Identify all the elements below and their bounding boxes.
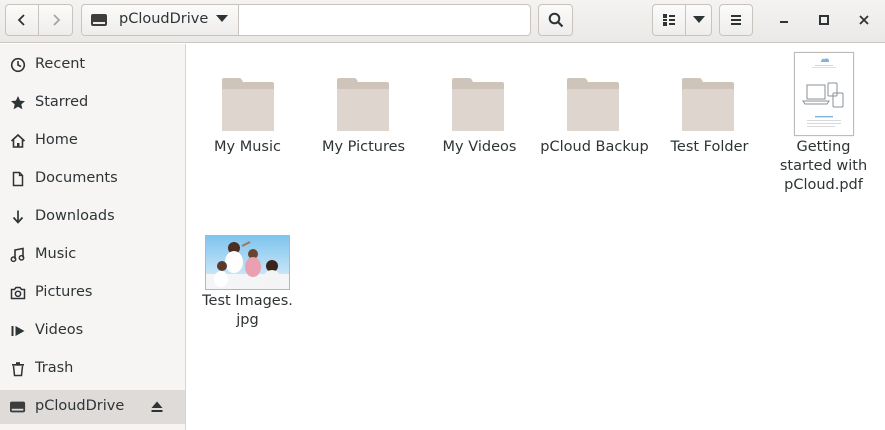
- sidebar-item-label: Starred: [35, 94, 89, 110]
- close-button[interactable]: [854, 10, 874, 30]
- folder-icon: [567, 78, 619, 131]
- search-icon: [548, 12, 563, 28]
- chevron-right-icon: [52, 14, 60, 26]
- drive-icon: [91, 14, 107, 26]
- file-label: Getting: [796, 139, 851, 155]
- clock-icon: [10, 57, 26, 73]
- file-label: pCloud Backup: [540, 139, 649, 155]
- maximize-button[interactable]: [814, 10, 834, 30]
- sidebar-item-videos[interactable]: Videos: [0, 314, 185, 348]
- sidebar-item-label: Home: [35, 132, 78, 148]
- sidebar-item-recent[interactable]: Recent: [0, 48, 185, 82]
- file-label: started with: [779, 158, 868, 174]
- photo-preview-icon: [206, 236, 289, 289]
- sidebar: Recent Starred Home Documents Downloads …: [0, 44, 186, 430]
- sidebar-item-label: pCloudDrive: [35, 398, 125, 414]
- view-toggle-button[interactable]: [652, 4, 686, 36]
- maximize-icon: [819, 15, 829, 25]
- sidebar-item-downloads[interactable]: Downloads: [0, 200, 185, 234]
- pdf-preview-icon: [802, 58, 844, 127]
- file-label: My Videos: [442, 139, 517, 155]
- sidebar-item-pclouddrive[interactable]: pCloudDrive: [0, 390, 185, 424]
- sidebar-item-documents[interactable]: Documents: [0, 162, 185, 196]
- music-icon: [10, 247, 26, 263]
- hamburger-menu-icon: [731, 15, 741, 25]
- star-icon: [10, 95, 26, 111]
- main-menu-button[interactable]: [719, 4, 753, 36]
- home-icon: [10, 133, 26, 149]
- forward-button[interactable]: [38, 4, 73, 36]
- sidebar-item-label: Pictures: [35, 284, 93, 300]
- sidebar-item-music[interactable]: Music: [0, 238, 185, 272]
- camera-icon: [10, 285, 26, 301]
- trash-icon: [10, 361, 26, 377]
- pdf-thumbnail[interactable]: [794, 52, 854, 136]
- folder-icon: [452, 78, 504, 131]
- back-button[interactable]: [5, 4, 39, 36]
- file-label: Test Images.: [202, 293, 293, 309]
- location-bar[interactable]: pCloudDrive: [81, 4, 531, 36]
- file-label: jpg: [236, 312, 259, 328]
- caret-down-icon: [692, 16, 705, 23]
- path-label: pCloudDrive: [119, 11, 209, 27]
- sidebar-item-pictures[interactable]: Pictures: [0, 276, 185, 310]
- caret-down-icon[interactable]: [215, 14, 229, 24]
- search-button[interactable]: [538, 4, 573, 36]
- minimize-icon: [780, 21, 788, 23]
- download-icon: [10, 209, 26, 225]
- file-label: pCloud.pdf: [784, 177, 863, 193]
- file-label: Test Folder: [670, 139, 749, 155]
- image-thumbnail[interactable]: [205, 235, 290, 290]
- file-label: My Music: [214, 139, 281, 155]
- sidebar-item-label: Downloads: [35, 208, 115, 224]
- sidebar-item-label: Documents: [35, 170, 118, 186]
- document-icon: [10, 171, 26, 187]
- sidebar-item-label: Music: [35, 246, 77, 262]
- header-bar: pCloudDrive: [0, 0, 885, 43]
- close-icon: [859, 15, 869, 25]
- sidebar-item-starred[interactable]: Starred: [0, 86, 185, 120]
- path-segment-pclouddrive[interactable]: pCloudDrive: [82, 5, 239, 35]
- sidebar-item-label: Recent: [35, 56, 86, 72]
- chevron-left-icon: [17, 14, 25, 26]
- drive-icon: [10, 399, 26, 415]
- file-view: My Music My Pictures My Videos pCloud Ba…: [186, 44, 885, 430]
- folder-icon: [222, 78, 274, 131]
- sidebar-item-home[interactable]: Home: [0, 124, 185, 158]
- sidebar-item-trash[interactable]: Trash: [0, 352, 185, 386]
- file-label: My Pictures: [321, 139, 406, 155]
- view-options-button[interactable]: [685, 4, 712, 36]
- folder-icon: [682, 78, 734, 131]
- sidebar-item-label: Trash: [35, 360, 74, 376]
- minimize-button[interactable]: [774, 10, 794, 30]
- folder-icon: [337, 78, 389, 131]
- list-view-icon: [663, 14, 675, 26]
- sidebar-item-label: Videos: [35, 322, 84, 338]
- video-icon: [10, 323, 26, 339]
- eject-icon[interactable]: [150, 400, 164, 418]
